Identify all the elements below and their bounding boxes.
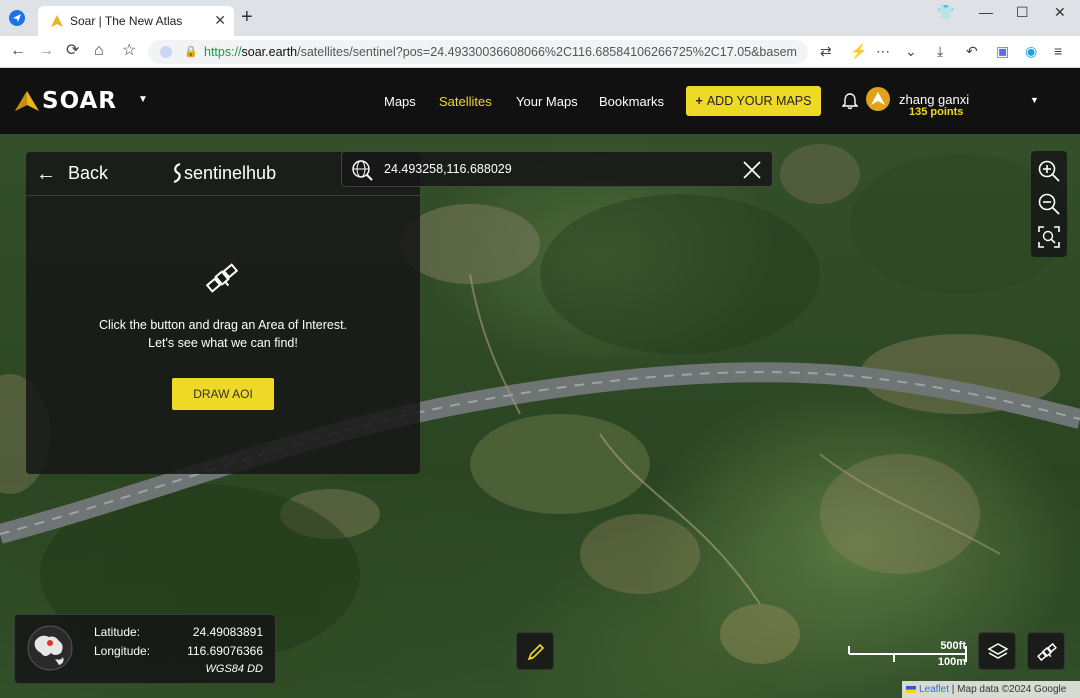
search-value: 24.493258,116.688029 xyxy=(384,162,512,176)
satellite-icon xyxy=(1037,642,1057,662)
tab-title: Soar | The New Atlas xyxy=(70,14,183,28)
browser-tab[interactable]: Soar | The New Atlas ✕ xyxy=(38,6,234,36)
chevron-down-icon[interactable]: ⌄ xyxy=(905,43,917,60)
latitude-label: Latitude: xyxy=(94,625,141,639)
instruction-line-1: Click the button and drag an Area of Int… xyxy=(98,318,348,332)
globe-search-icon xyxy=(352,160,373,181)
fit-view-icon[interactable] xyxy=(1037,225,1061,249)
nav-maps[interactable]: Maps xyxy=(384,94,416,109)
shirt-icon[interactable]: 👕 xyxy=(937,4,954,21)
user-menu-dropdown-icon[interactable]: ▼ xyxy=(1030,95,1039,105)
scale-meters: 100m xyxy=(937,656,966,668)
back-nav-icon[interactable]: ← xyxy=(10,41,26,61)
coordinates-readout: Latitude: 24.49083891 Longitude: 116.690… xyxy=(14,614,276,684)
undo-icon[interactable]: ↶ xyxy=(966,43,978,60)
close-window-button[interactable]: ✕ xyxy=(1054,4,1066,21)
zoom-controls xyxy=(1031,151,1067,257)
back-button[interactable]: Back xyxy=(68,163,108,184)
browser-logo-icon[interactable] xyxy=(9,10,25,26)
sentinelhub-logo-icon xyxy=(173,162,181,184)
user-name[interactable]: zhang ganxi xyxy=(899,92,969,107)
coordinate-search-input[interactable]: 24.493258,116.688029 xyxy=(341,151,773,187)
bell-icon[interactable] xyxy=(842,92,858,110)
soar-logo-icon[interactable] xyxy=(14,90,40,112)
bookmark-star-icon[interactable]: ☆ xyxy=(122,41,136,61)
satellite-view-button[interactable] xyxy=(1027,632,1065,670)
soar-favicon-icon xyxy=(51,15,63,27)
world-map-icon xyxy=(27,625,73,671)
browser-tab-bar: Soar | The New Atlas ✕ + 👕 — ☐ ✕ xyxy=(0,0,1080,36)
shield-icon xyxy=(160,46,172,58)
brand-dropdown-icon[interactable]: ▼ xyxy=(138,94,148,105)
longitude-value: 116.69076366 xyxy=(187,644,263,658)
longitude-label: Longitude: xyxy=(94,644,151,658)
url-field[interactable]: 🔒 https://soar.earth/satellites/sentinel… xyxy=(148,40,808,64)
draw-aoi-button[interactable]: DRAW AOI xyxy=(172,378,274,410)
download-icon[interactable]: ⤓ xyxy=(937,43,943,60)
lock-icon: 🔒 xyxy=(184,46,198,58)
scale-feet: 500ft xyxy=(940,640,966,652)
pen-icon xyxy=(527,643,545,661)
maximize-window-button[interactable]: ☐ xyxy=(1016,4,1029,21)
coordinate-system: WGS84 DD xyxy=(205,663,263,675)
tab-close-icon[interactable]: ✕ xyxy=(214,12,226,29)
nav-bookmarks[interactable]: Bookmarks xyxy=(599,94,664,109)
layers-button[interactable] xyxy=(978,632,1016,670)
layers-icon xyxy=(987,643,1009,659)
menu-icon[interactable]: ≡ xyxy=(1054,43,1062,59)
nav-your-maps[interactable]: Your Maps xyxy=(516,94,578,109)
satellite-icon xyxy=(205,263,239,293)
forward-nav-icon[interactable]: → xyxy=(38,41,54,61)
provider-logo-text: sentinelhub xyxy=(184,163,277,183)
flag-icon xyxy=(906,685,916,693)
avatar[interactable] xyxy=(866,87,890,111)
address-bar: ← → ⟳ ⌂ ☆ 🔒 https://soar.earth/satellite… xyxy=(0,36,1080,68)
extension-icon[interactable]: ◉ xyxy=(1025,43,1037,60)
latitude-value: 24.49083891 xyxy=(192,625,263,639)
panel-instructions: Click the button and drag an Area of Int… xyxy=(26,316,420,352)
home-icon[interactable]: ⌂ xyxy=(94,41,104,61)
sentinel-panel: ← Back sentinelhub Click the button and … xyxy=(26,152,420,474)
lightning-icon[interactable]: ⚡ xyxy=(850,43,867,60)
more-icon[interactable]: ⋯ xyxy=(876,43,890,60)
minimize-window-button[interactable]: — xyxy=(979,4,993,20)
leaflet-link[interactable]: Leaflet xyxy=(919,684,949,695)
translate-icon[interactable]: ⇄ xyxy=(820,43,832,60)
url-text: https://soar.earth/satellites/sentinel?p… xyxy=(204,45,797,59)
instruction-line-2: Let's see what we can find! xyxy=(148,336,298,350)
back-arrow-icon[interactable]: ← xyxy=(36,164,56,184)
reload-icon[interactable]: ⟳ xyxy=(66,41,79,61)
app-header: SOAR ▼ Maps Satellites Your Maps Bookmar… xyxy=(0,68,1080,134)
zoom-out-icon[interactable] xyxy=(1037,192,1061,216)
brand-name[interactable]: SOAR xyxy=(42,88,117,114)
map-attribution: Leaflet | Map data ©2024 Google xyxy=(902,681,1080,698)
add-your-maps-button[interactable]: + ADD YOUR MAPS xyxy=(686,86,821,116)
plus-icon: + xyxy=(695,94,703,108)
attribution-text: | Map data ©2024 Google xyxy=(949,684,1067,695)
satellite-map[interactable]: ← Back sentinelhub Click the button and … xyxy=(0,134,1080,698)
ai-icon[interactable]: ▣ xyxy=(996,43,1009,60)
map-scale: 500ft 100m xyxy=(848,638,968,672)
draw-tool-button[interactable] xyxy=(516,632,554,670)
zoom-in-icon[interactable] xyxy=(1037,159,1061,183)
new-tab-button[interactable]: + xyxy=(241,7,253,27)
close-icon[interactable] xyxy=(741,159,763,181)
user-points: 135 points xyxy=(909,106,964,118)
nav-satellites[interactable]: Satellites xyxy=(439,94,492,109)
